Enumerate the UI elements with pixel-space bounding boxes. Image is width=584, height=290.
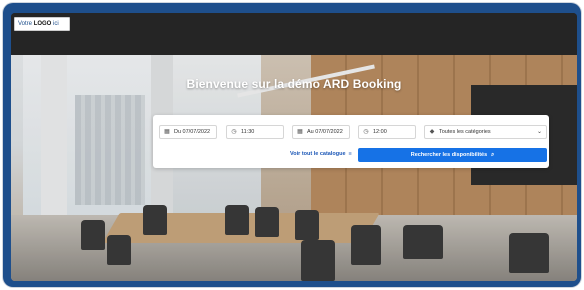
logo-suffix: ici	[53, 21, 59, 27]
search-button-label: Rechercher les disponibilités	[410, 152, 488, 158]
end-time-field[interactable]: ◷ 12:00	[358, 125, 416, 139]
top-navbar: Votre LOGO ici	[11, 13, 577, 55]
search-icon: ⌕	[491, 152, 495, 158]
app-screen: Votre LOGO ici Bienvenue sur la démo ARD…	[11, 13, 577, 281]
clock-icon: ◷	[363, 129, 369, 135]
booking-search-panel: ▦ Du 07/07/2022 ◷ 11:30 ▦ Au 07/07/2022 ◷ 12…	[153, 115, 549, 168]
catalog-link[interactable]: Voir tout le catalogue ≡	[290, 151, 352, 157]
logo[interactable]: Votre LOGO ici	[14, 17, 70, 31]
start-date-field[interactable]: ▦ Du 07/07/2022	[159, 125, 217, 139]
logo-bold: LOGO	[33, 21, 52, 27]
clock-icon: ◷	[231, 129, 237, 135]
search-availability-button[interactable]: Rechercher les disponibilités ⌕	[358, 148, 547, 162]
logo-prefix: Votre	[18, 21, 33, 27]
tag-icon: ◆	[429, 129, 435, 135]
category-value: Toutes les catégories	[439, 129, 491, 135]
calendar-icon: ▦	[297, 129, 303, 135]
start-date-value: Du 07/07/2022	[174, 129, 211, 135]
start-time-field[interactable]: ◷ 11:30	[226, 125, 284, 139]
end-date-field[interactable]: ▦ Au 07/07/2022	[292, 125, 350, 139]
category-select[interactable]: ◆ Toutes les catégories ⌄	[424, 125, 547, 139]
chevron-down-icon: ⌄	[536, 129, 542, 135]
catalog-link-label: Voir tout le catalogue	[290, 151, 346, 157]
calendar-icon: ▦	[164, 129, 170, 135]
hero-title: Bienvenue sur la démo ARD Booking	[186, 77, 402, 91]
start-time-value: 11:30	[241, 129, 255, 135]
end-time-value: 12:00	[373, 129, 387, 135]
list-icon: ≡	[348, 151, 352, 157]
end-date-value: Au 07/07/2022	[307, 129, 343, 135]
